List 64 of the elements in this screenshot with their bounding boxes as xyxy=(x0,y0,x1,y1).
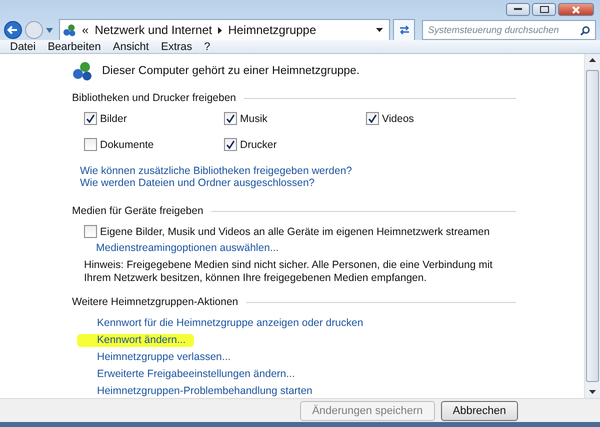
scrollbar-thumb[interactable] xyxy=(586,70,599,382)
network-icon xyxy=(63,24,76,36)
checkbox-box[interactable] xyxy=(84,112,97,126)
checkbox[interactable]: Dokumente xyxy=(84,138,224,152)
maximize-button[interactable] xyxy=(532,3,556,16)
action-link[interactable]: Kennwort ändern... xyxy=(77,334,194,348)
checkbox-label: Bilder xyxy=(100,112,127,125)
checkbox-box[interactable] xyxy=(224,138,237,152)
minimize-button[interactable] xyxy=(506,3,530,16)
checkbox-box[interactable] xyxy=(84,225,97,238)
breadcrumb[interactable]: Netzwerk und Internet xyxy=(94,23,212,37)
checkbox[interactable]: Drucker xyxy=(224,138,366,152)
checkmark-icon xyxy=(226,140,235,150)
checkbox[interactable]: Bilder xyxy=(84,112,224,126)
dialog-button[interactable]: Abbrechen xyxy=(440,400,518,421)
checkbox[interactable]: Videos xyxy=(366,112,516,126)
media-options-link[interactable]: Medienstreamingoptionen auswählen... xyxy=(96,242,279,254)
note-text: Hinweis: Freigegebene Medien sind nicht sicher. Alle Personen, die eine Verbindung mit Ihrem Netzwerk besitzen, können Ihre freigegebenen Medien empfangen. xyxy=(84,259,494,286)
dropdown-arrow-icon[interactable] xyxy=(376,28,383,32)
checkmark-icon xyxy=(368,114,377,124)
scroll-down-icon xyxy=(589,390,596,394)
checkbox[interactable]: Musik xyxy=(224,112,366,126)
address-bar[interactable]: « Netzwerk und Internet Heimnetzgruppe xyxy=(59,19,390,41)
breadcrumb[interactable]: Heimnetzgruppe xyxy=(228,23,316,37)
close-icon xyxy=(572,6,580,14)
search-field[interactable]: Systemsteuerung durchsuchen xyxy=(422,20,596,40)
breadcrumb[interactable]: « xyxy=(82,23,89,37)
scroll-up-icon xyxy=(589,58,596,62)
refresh-button[interactable] xyxy=(393,19,415,41)
homegroup-icon xyxy=(72,61,94,82)
status-text: Dieser Computer gehört zu einer Heimnetzgruppe. xyxy=(102,65,360,78)
checkbox-label: Drucker xyxy=(240,138,277,151)
checkbox-box[interactable] xyxy=(224,112,237,126)
chevron-icon xyxy=(218,26,222,34)
checkmark-icon xyxy=(86,114,95,124)
scrollbar[interactable] xyxy=(584,54,600,398)
action-link[interactable]: Kennwort für die Heimnetzgruppe anzeigen oder drucken xyxy=(97,317,364,330)
help-link[interactable]: Wie werden Dateien und Ordner ausgeschlossen? xyxy=(80,177,315,190)
back-button[interactable] xyxy=(4,21,22,39)
checkbox-box[interactable] xyxy=(84,138,97,152)
menu-item[interactable]: Extras xyxy=(154,40,198,53)
menu-item[interactable]: Bearbeiten xyxy=(42,40,107,53)
checkbox-label: Dokumente xyxy=(100,138,154,151)
forward-circle-icon xyxy=(25,21,43,39)
checkmark-icon xyxy=(226,114,235,124)
action-link[interactable]: Heimnetzgruppen-Problembehandlung starten xyxy=(97,385,312,398)
minimize-icon xyxy=(514,8,522,11)
checkbox-label: Videos xyxy=(382,112,414,125)
search-icon xyxy=(580,26,590,36)
close-button[interactable] xyxy=(558,3,594,16)
section-heading: Medien für Geräte freigeben xyxy=(72,205,204,218)
action-link[interactable]: Erweiterte Freigabeeinstellungen ändern... xyxy=(97,368,295,382)
checkbox-label: Eigene Bilder, Musik und Videos an alle Geräte im eigenen Heimnetzwerk streamen xyxy=(100,226,490,238)
action-link[interactable]: Heimnetzgruppe verlassen... xyxy=(97,351,231,364)
menu-item[interactable]: Ansicht xyxy=(106,40,155,53)
menu-item[interactable]: ? xyxy=(198,40,216,53)
checkbox-box[interactable] xyxy=(366,112,379,126)
section-heading: Weitere Heimnetzgruppen-Aktionen xyxy=(72,296,238,308)
refresh-arrows-icon xyxy=(398,25,410,35)
checkbox-label: Musik xyxy=(240,112,268,125)
restore-icon xyxy=(540,6,548,13)
help-link[interactable]: Wie können zusätzliche Bibliotheken freigegeben werden? xyxy=(80,165,352,178)
section-heading: Bibliotheken und Drucker freigeben xyxy=(72,92,236,104)
menu-item[interactable]: Datei xyxy=(4,40,42,53)
